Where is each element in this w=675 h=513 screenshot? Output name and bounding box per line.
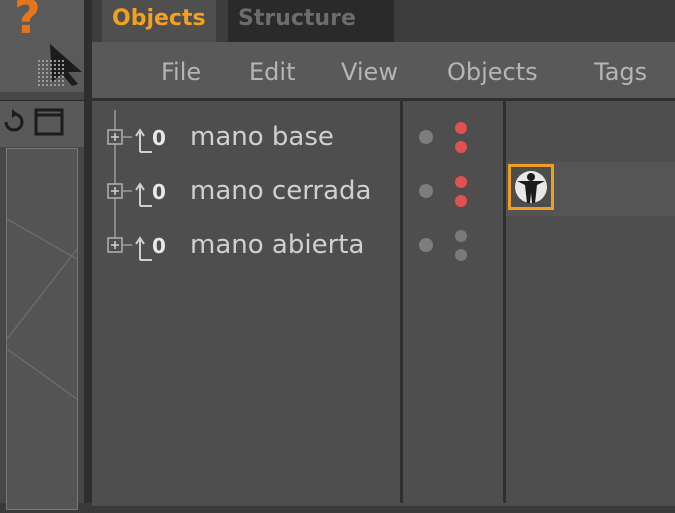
expand-null-icon[interactable]: 0 bbox=[104, 172, 180, 212]
tag-row-stripe bbox=[505, 108, 675, 162]
menu-file[interactable]: File bbox=[161, 54, 201, 90]
render-visibility-dot[interactable] bbox=[455, 195, 467, 207]
viewport-wireframe bbox=[6, 218, 78, 400]
object-name[interactable]: mano base bbox=[190, 122, 334, 152]
visibility-dot[interactable] bbox=[419, 238, 433, 252]
menu-objects[interactable]: Objects bbox=[447, 54, 538, 90]
object-row[interactable]: 0 mano abierta bbox=[104, 226, 400, 266]
null-object-icon: 0 bbox=[152, 234, 166, 258]
menu-edit[interactable]: Edit bbox=[249, 54, 295, 90]
expand-null-icon[interactable]: 0 bbox=[104, 118, 180, 158]
visibility-dot[interactable] bbox=[419, 184, 433, 198]
menu-view[interactable]: View bbox=[341, 54, 398, 90]
viewport-icons bbox=[4, 108, 64, 136]
editor-visibility-dot[interactable] bbox=[455, 230, 467, 242]
visibility-dot[interactable] bbox=[419, 130, 433, 144]
tab-objects[interactable]: Objects bbox=[102, 0, 216, 42]
panel-separator[interactable] bbox=[84, 0, 92, 503]
object-row[interactable]: 0 mano base bbox=[104, 118, 400, 158]
help-question-icon: ? bbox=[14, 0, 41, 44]
column-divider[interactable] bbox=[400, 101, 403, 503]
editor-visibility-dot[interactable] bbox=[455, 122, 467, 134]
tag-row-stripe bbox=[505, 216, 675, 270]
viewport-canvas[interactable] bbox=[6, 148, 78, 510]
expand-null-icon[interactable]: 0 bbox=[104, 226, 180, 266]
object-row[interactable]: 0 mano cerrada bbox=[104, 172, 400, 212]
editor-visibility-dot[interactable] bbox=[455, 176, 467, 188]
null-object-icon: 0 bbox=[152, 180, 166, 204]
object-name[interactable]: mano cerrada bbox=[190, 176, 372, 206]
menu-tags[interactable]: Tags bbox=[594, 54, 647, 90]
render-visibility-dot[interactable] bbox=[455, 141, 467, 153]
menu-grip-icon[interactable] bbox=[38, 60, 64, 86]
column-divider[interactable] bbox=[503, 101, 506, 503]
render-visibility-dot[interactable] bbox=[455, 249, 467, 261]
rotate-view-icon[interactable] bbox=[4, 109, 24, 132]
character-tag-icon[interactable] bbox=[508, 164, 554, 210]
object-name[interactable]: mano abierta bbox=[190, 230, 364, 260]
tab-structure[interactable]: Structure bbox=[228, 0, 394, 42]
manager-tab-bar: Objects Structure bbox=[92, 0, 675, 42]
null-object-icon: 0 bbox=[152, 126, 166, 150]
